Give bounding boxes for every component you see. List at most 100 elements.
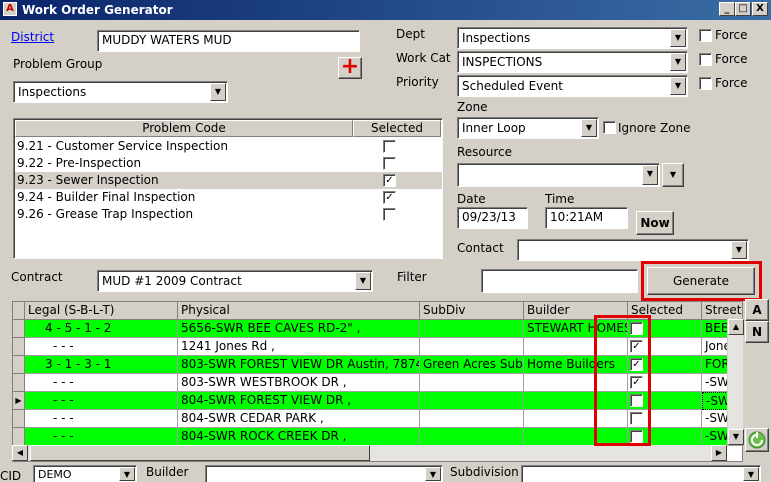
table-row[interactable]: ▶ - - - 804-SWR FOREST VIEW DR , -SWR [13, 392, 742, 410]
list-item[interactable]: 9.26 - Grease Trap Inspection [15, 206, 442, 223]
select-none-button[interactable]: N [745, 321, 769, 343]
chevron-down-icon[interactable]: ▼ [425, 467, 441, 481]
selected-cell[interactable] [628, 320, 702, 338]
row-indicator[interactable] [13, 374, 25, 392]
filter-field[interactable] [481, 269, 638, 293]
row-indicator[interactable] [13, 428, 25, 446]
subdiv-cell[interactable] [420, 374, 524, 392]
priority-select[interactable]: Scheduled Event ▼ [457, 75, 688, 97]
row-indicator[interactable] [13, 320, 25, 338]
chevron-down-icon[interactable]: ▼ [670, 53, 686, 71]
row-checkbox[interactable] [630, 412, 643, 425]
scroll-down-button[interactable]: ▼ [728, 429, 744, 445]
date-field[interactable]: 09/23/13 [457, 207, 528, 229]
row-checkbox[interactable]: ✓ [630, 358, 643, 371]
subdiv-cell[interactable] [420, 338, 524, 356]
table-row[interactable]: - - - 804-SWR ROCK CREEK DR , -SWR [13, 428, 742, 446]
priority-force-checkbox[interactable] [699, 77, 712, 90]
cid-select[interactable]: DEMO ▼ [33, 465, 137, 482]
selected-cell[interactable] [628, 428, 702, 446]
scroll-right-button[interactable]: ▶ [711, 445, 727, 461]
selected-cell[interactable]: ✓ [628, 338, 702, 356]
legal-cell[interactable]: - - - [25, 374, 178, 392]
legal-cell[interactable]: 3 - 1 - 3 - 1 [25, 356, 178, 374]
dept-select[interactable]: Inspections ▼ [457, 27, 688, 49]
row-checkbox[interactable]: ✓ [383, 191, 396, 204]
builder-cell[interactable] [524, 410, 628, 428]
row-indicator[interactable] [13, 338, 25, 356]
subdiv-cell[interactable] [420, 392, 524, 410]
chevron-down-icon[interactable]: ▼ [743, 467, 759, 481]
close-button[interactable]: X [752, 2, 768, 16]
minimize-button[interactable]: _ [719, 2, 735, 16]
row-checkbox[interactable]: ✓ [630, 340, 643, 353]
contract-select[interactable]: MUD #1 2009 Contract ▼ [97, 270, 373, 292]
scroll-left-button[interactable]: ◀ [12, 445, 28, 461]
physical-cell[interactable]: 803-SWR WESTBROOK DR , [178, 374, 420, 392]
chevron-down-icon[interactable]: ▼ [210, 83, 226, 101]
problem-code-header[interactable]: Problem Code [15, 120, 353, 137]
row-indicator[interactable] [13, 410, 25, 428]
district-link[interactable]: District [11, 30, 54, 44]
subdiv-cell[interactable] [420, 320, 524, 338]
selected-cell[interactable] [628, 392, 702, 410]
district-field[interactable]: MUDDY WATERS MUD [97, 30, 360, 52]
table-row[interactable]: - - - 1241 Jones Rd , ✓ Jones [13, 338, 742, 356]
physical-cell[interactable]: 803-SWR FOREST VIEW DR Austin, 78746 [178, 356, 420, 374]
refresh-button[interactable] [745, 428, 769, 452]
legal-cell[interactable]: - - - [25, 410, 178, 428]
table-row[interactable]: - - - 804-SWR CEDAR PARK , -SWR [13, 410, 742, 428]
builder-cell[interactable] [524, 338, 628, 356]
subdivision-select[interactable]: ▼ [521, 465, 761, 482]
row-checkbox[interactable]: ✓ [383, 174, 396, 187]
chevron-down-icon[interactable]: ▼ [642, 165, 658, 185]
builder-cell[interactable]: Home Builders [524, 356, 628, 374]
zone-select[interactable]: Inner Loop ▼ [457, 117, 599, 139]
row-checkbox[interactable] [383, 208, 396, 221]
generate-button[interactable]: Generate [647, 267, 755, 295]
subdiv-cell[interactable] [420, 428, 524, 446]
problem-group-select[interactable]: Inspections ▼ [13, 81, 228, 103]
select-all-button[interactable]: A [745, 299, 769, 321]
legal-cell[interactable]: - - - [25, 392, 178, 410]
builder-select[interactable]: ▼ [205, 465, 443, 482]
now-button[interactable]: Now [636, 211, 674, 235]
row-checkbox[interactable] [383, 157, 396, 170]
table-row[interactable]: 4 - 5 - 1 - 2 5656-SWR BEE CAVES RD-2" ,… [13, 320, 742, 338]
ignore-zone-checkbox[interactable] [603, 121, 616, 134]
subdiv-cell[interactable] [420, 410, 524, 428]
row-checkbox[interactable]: ✓ [630, 376, 643, 389]
selected-header[interactable]: Selected [628, 302, 702, 320]
chevron-down-icon[interactable]: ▼ [355, 272, 371, 290]
builder-cell[interactable]: STEWART HOMES [524, 320, 628, 338]
physical-cell[interactable]: 5656-SWR BEE CAVES RD-2" , [178, 320, 420, 338]
current-row-indicator[interactable]: ▶ [13, 392, 25, 410]
dept-force-checkbox[interactable] [699, 29, 712, 42]
builder-header[interactable]: Builder [524, 302, 628, 320]
physical-cell[interactable]: 1241 Jones Rd , [178, 338, 420, 356]
list-item[interactable]: 9.21 - Customer Service Inspection [15, 138, 442, 155]
selected-cell[interactable]: ✓ [628, 356, 702, 374]
builder-cell[interactable] [524, 428, 628, 446]
legal-cell[interactable]: - - - [25, 428, 178, 446]
physical-header[interactable]: Physical [178, 302, 420, 320]
chevron-down-icon[interactable]: ▼ [119, 467, 135, 481]
selected-cell[interactable]: ✓ [628, 374, 702, 392]
builder-cell[interactable] [524, 374, 628, 392]
subdiv-header[interactable]: SubDiv [420, 302, 524, 320]
work-cat-select[interactable]: INSPECTIONS ▼ [457, 51, 688, 73]
resource-dropdown-button[interactable]: ▼ [662, 163, 684, 187]
table-row[interactable]: - - - 803-SWR WESTBROOK DR , ✓ -SWR [13, 374, 742, 392]
chevron-down-icon[interactable]: ▼ [670, 77, 686, 95]
chevron-down-icon[interactable]: ▼ [731, 241, 747, 259]
street-header[interactable]: Street [702, 302, 742, 320]
contact-select[interactable]: ▼ [517, 239, 749, 261]
row-checkbox[interactable] [383, 140, 396, 153]
list-item[interactable]: 9.24 - Builder Final Inspection ✓ [15, 189, 442, 206]
list-item[interactable]: 9.23 - Sewer Inspection ✓ [15, 172, 442, 189]
work-cat-force-checkbox[interactable] [699, 53, 712, 66]
vertical-scrollbar[interactable]: ▲ ▼ [727, 319, 744, 445]
table-row[interactable]: 3 - 1 - 3 - 1 803-SWR FOREST VIEW DR Aus… [13, 356, 742, 374]
physical-cell[interactable]: 804-SWR CEDAR PARK , [178, 410, 420, 428]
subdiv-cell[interactable]: Green Acres Subdi [420, 356, 524, 374]
